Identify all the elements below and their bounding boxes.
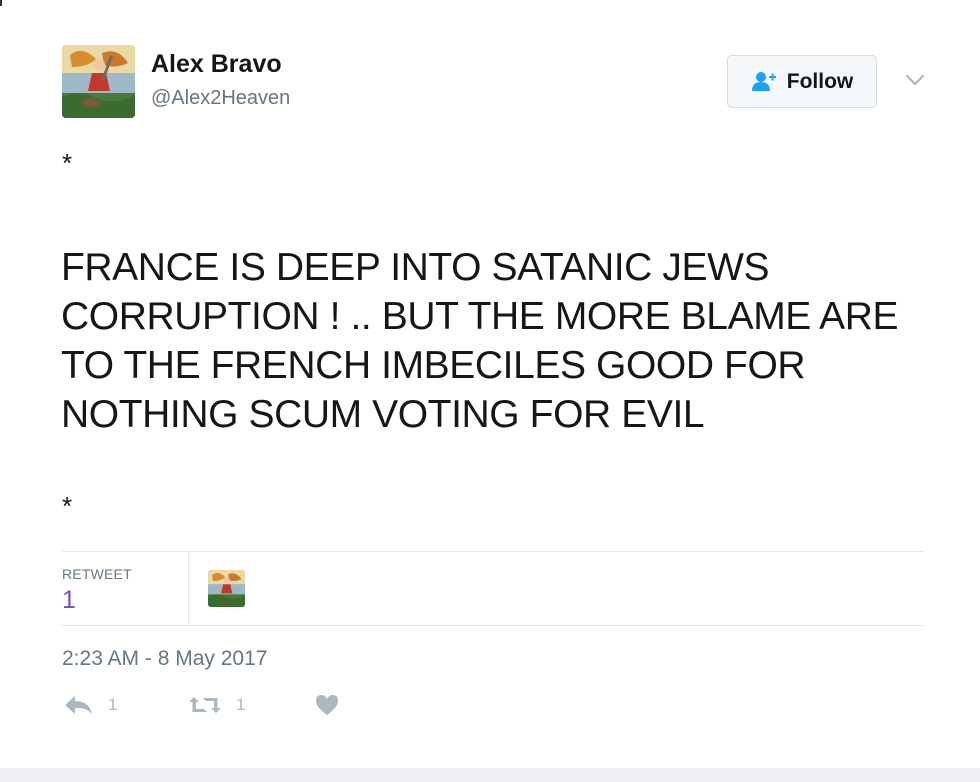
retweet-stat-count: 1	[62, 586, 76, 614]
reply-button[interactable]: 1	[62, 693, 117, 717]
retweet-stat-label: RETWEET	[62, 566, 132, 582]
archangel-painting-avatar-icon	[208, 570, 245, 607]
reply-icon	[65, 696, 92, 714]
tweet-timestamp[interactable]: 2:23 AM - 8 May 2017	[62, 647, 267, 671]
tweet-post-marker: *	[62, 491, 73, 521]
heart-icon	[316, 695, 338, 715]
author-screen-name[interactable]: @Alex2Heaven	[151, 87, 290, 110]
retweeter-avatar[interactable]	[208, 570, 245, 607]
like-button[interactable]	[314, 693, 340, 717]
retweet-icon	[189, 697, 221, 713]
reply-count: 1	[108, 695, 118, 714]
tweet-pre-marker: *	[62, 148, 73, 178]
archangel-painting-avatar-icon	[62, 45, 135, 118]
tweet-stats: RETWEET 1	[62, 551, 924, 626]
window-corner-mark	[0, 0, 2, 6]
add-user-icon	[751, 71, 776, 91]
author-avatar[interactable]	[62, 45, 135, 118]
retweet-button[interactable]: 1	[188, 693, 245, 717]
tweet-text: FRANCE IS DEEP INTO SATANIC JEWS CORRUPT…	[61, 246, 899, 436]
bottom-strip	[0, 768, 980, 782]
author-display-name[interactable]: Alex Bravo	[151, 50, 282, 79]
retweet-count: 1	[236, 695, 246, 714]
follow-button-label: Follow	[786, 69, 854, 93]
chevron-down-icon[interactable]	[904, 72, 926, 88]
follow-button[interactable]: Follow	[727, 55, 877, 108]
retweet-stat[interactable]: RETWEET 1	[62, 552, 189, 625]
